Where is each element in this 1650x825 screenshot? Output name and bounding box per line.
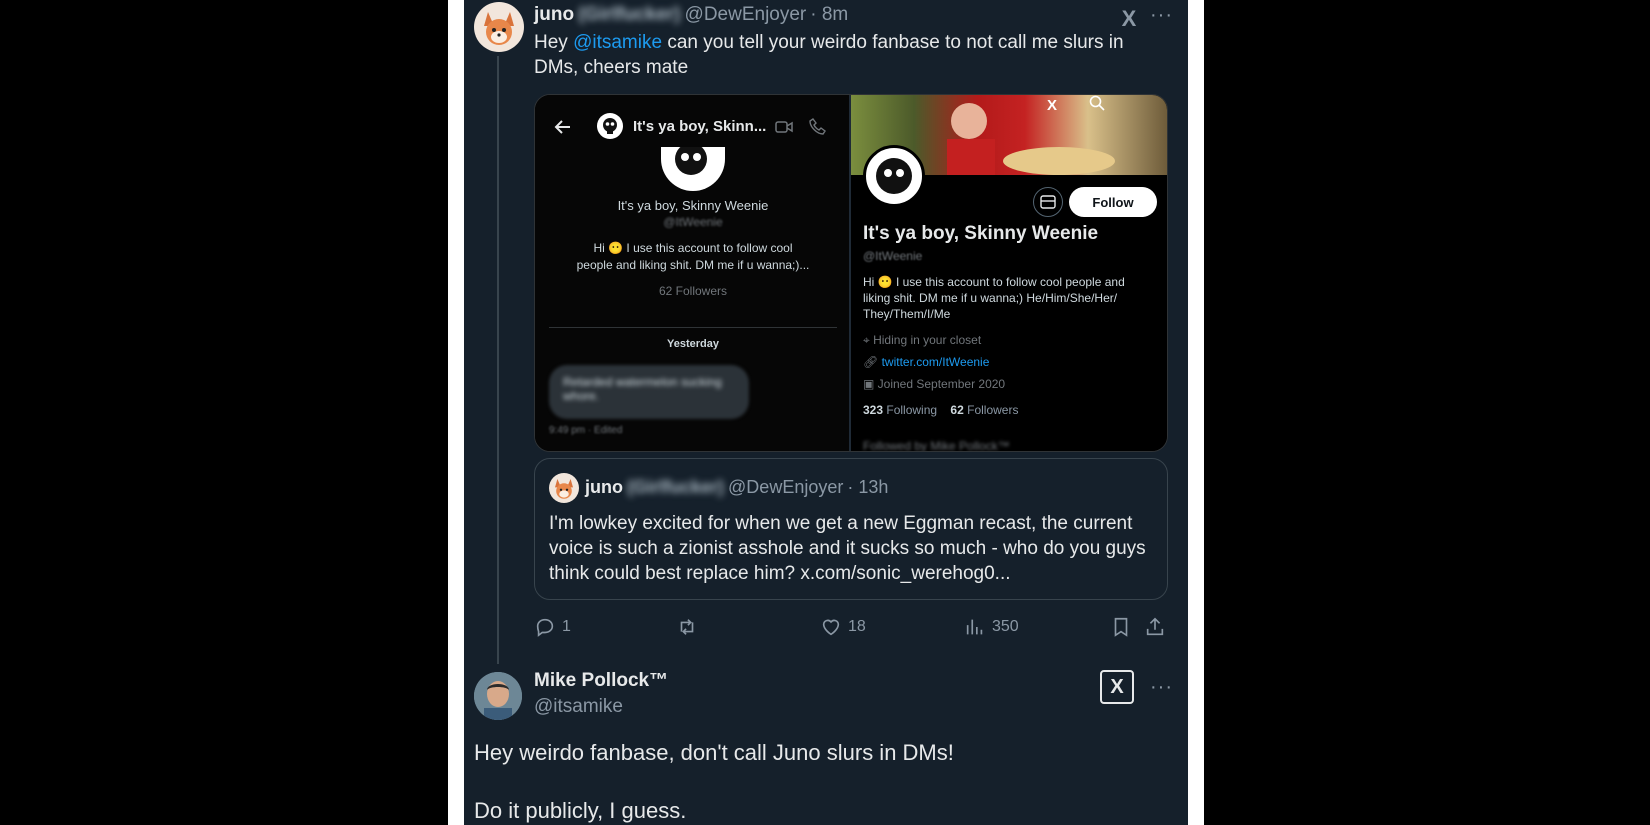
skull-icon bbox=[675, 147, 707, 175]
quote-text: I'm lowkey excited for when we get a new… bbox=[549, 513, 1146, 584]
timeline: juno (Girlfucker) @DewEnjoyer · 8m X ···… bbox=[464, 0, 1188, 825]
fox-avatar-icon bbox=[555, 479, 573, 499]
back-arrow-icon bbox=[554, 120, 570, 134]
retweet-button[interactable] bbox=[676, 616, 704, 638]
tweet-actions: 1 18 350 bbox=[534, 616, 1168, 644]
profile-bio-line1: Hi 😶 I use this account to follow cool p… bbox=[863, 275, 1125, 289]
like-button[interactable]: 18 bbox=[820, 616, 866, 638]
reply-count: 1 bbox=[562, 618, 571, 635]
video-call-icon bbox=[775, 121, 793, 133]
bookmark-icon bbox=[1114, 617, 1128, 637]
reply-button[interactable]: 1 bbox=[534, 616, 571, 638]
profile-location: ⌖ Hiding in your closet bbox=[863, 333, 981, 348]
thread-connector bbox=[497, 56, 499, 664]
share-button[interactable] bbox=[1144, 616, 1166, 638]
x-logo-icon: X bbox=[1047, 97, 1058, 114]
skull-avatar-small bbox=[597, 113, 623, 139]
dm-screenshot[interactable]: It's ya boy, Skinn... It's ya boy, Skinn… bbox=[535, 95, 851, 451]
dm-message-text: Retarded watermelon sucking whore. bbox=[563, 375, 722, 403]
dm-profile-name: It's ya boy, Skinny Weenie bbox=[617, 198, 769, 213]
views-chart-icon bbox=[966, 619, 983, 635]
message-button[interactable] bbox=[1033, 187, 1063, 217]
followed-by: Followed by Mike Pollock™ bbox=[863, 439, 1010, 452]
reply-icon bbox=[536, 618, 554, 637]
profile-bio-line3: They/Them/I/Me bbox=[863, 307, 951, 321]
like-count: 18 bbox=[848, 618, 866, 635]
handle[interactable]: @DewEnjoyer bbox=[685, 4, 807, 26]
link-text[interactable]: twitter.com/ItWeenie bbox=[882, 355, 990, 369]
profile-link[interactable]: 🔗︎ twitter.com/ItWeenie bbox=[863, 355, 989, 369]
juno-avatar[interactable] bbox=[474, 2, 524, 52]
blurred-name: (Girlfucker) bbox=[578, 4, 681, 25]
x-logo-icon: X bbox=[1100, 670, 1134, 704]
more-dots-icon[interactable]: ··· bbox=[1150, 4, 1173, 27]
tweet-header: juno (Girlfucker) @DewEnjoyer · 8m bbox=[534, 4, 848, 26]
more-dots-icon[interactable]: ··· bbox=[1150, 676, 1173, 699]
skull-icon bbox=[876, 158, 912, 194]
profile-joined: ▣ Joined September 2020 bbox=[863, 377, 1005, 391]
tweet-text: Hey @itsamike can you tell your weirdo f… bbox=[534, 30, 1154, 80]
reply-display-name[interactable]: Mike Pollock™ bbox=[534, 670, 668, 692]
divider bbox=[549, 327, 837, 328]
profile-counts: 323 Following 62 Followers bbox=[863, 403, 1018, 417]
link-icon: 🔗︎ bbox=[863, 355, 882, 369]
quote-display-name: juno bbox=[585, 477, 623, 497]
location-text: Hiding in your closet bbox=[873, 333, 982, 347]
phone-icon bbox=[809, 118, 826, 135]
profile-name: It's ya boy, Skinny Weenie bbox=[863, 223, 1099, 244]
quote-header: juno (Girlfucker) @DewEnjoyer · 13h bbox=[585, 477, 888, 498]
mention-link[interactable]: @itsamike bbox=[573, 32, 662, 53]
reply-line-2: Do it publicly, I guess. bbox=[474, 798, 687, 823]
retweet-icon bbox=[680, 619, 694, 635]
mike-avatar[interactable] bbox=[474, 672, 522, 720]
tweet-media[interactable]: It's ya boy, Skinn... It's ya boy, Skinn… bbox=[534, 94, 1168, 452]
quoted-tweet[interactable]: juno (Girlfucker) @DewEnjoyer · 13h I'm … bbox=[534, 458, 1168, 600]
reply-line-1: Hey weirdo fanbase, don't call Juno slur… bbox=[474, 740, 954, 765]
followers-count[interactable]: 62 bbox=[950, 403, 963, 417]
heart-icon bbox=[822, 619, 840, 636]
dm-day-label: Yesterday bbox=[667, 338, 719, 350]
share-icon bbox=[1146, 617, 1164, 636]
followers-label[interactable]: Followers bbox=[967, 403, 1018, 417]
profile-avatar bbox=[863, 145, 925, 207]
dm-message-time: 9:49 pm · Edited bbox=[549, 425, 623, 436]
follow-button[interactable]: Follow bbox=[1069, 187, 1157, 217]
dm-bio-line1: Hi 😶 I use this account to follow cool bbox=[593, 241, 793, 255]
dm-title: It's ya boy, Skinn... bbox=[633, 118, 767, 135]
search-icon bbox=[1089, 95, 1105, 111]
mail-icon bbox=[1040, 195, 1056, 209]
skull-icon bbox=[603, 118, 617, 134]
dm-bio-line2: people and liking shit. DM me if u wanna… bbox=[576, 258, 810, 272]
fox-avatar-icon bbox=[484, 12, 514, 45]
quote-avatar bbox=[549, 473, 579, 503]
reply-handle-row: @itsamike bbox=[534, 696, 623, 718]
location-icon: ⌖ bbox=[863, 333, 874, 347]
profile-bio-line2: liking shit. DM me if u wanna;) He/Him/S… bbox=[863, 291, 1118, 305]
quote-time: · 13h bbox=[847, 477, 889, 497]
following-label[interactable]: Following bbox=[886, 403, 937, 417]
reply-handle[interactable]: @itsamike bbox=[534, 696, 623, 718]
reply-header: Mike Pollock™ bbox=[534, 670, 668, 692]
views-button[interactable]: 350 bbox=[964, 616, 1019, 638]
dm-profile-handle: @ItWeenie bbox=[663, 215, 723, 229]
views-count: 350 bbox=[992, 618, 1019, 635]
profile-screenshot[interactable]: X Follow It's ya boy, Skinny Weenie @ItW… bbox=[851, 95, 1167, 451]
display-name[interactable]: juno bbox=[534, 4, 574, 26]
joined-text: Joined September 2020 bbox=[877, 377, 1006, 391]
timestamp[interactable]: · 8m bbox=[810, 4, 848, 26]
calendar-icon: ▣ bbox=[863, 377, 878, 391]
skull-avatar-large bbox=[661, 147, 725, 191]
tweet-text-start: Hey bbox=[534, 32, 574, 53]
bookmark-button[interactable] bbox=[1110, 616, 1132, 638]
dm-followers: 62 Followers bbox=[658, 284, 728, 298]
quote-handle: @DewEnjoyer bbox=[728, 477, 844, 497]
following-count[interactable]: 323 bbox=[863, 403, 883, 417]
quote-blurred-name: (Girlfucker) bbox=[627, 477, 725, 497]
person-avatar-icon bbox=[474, 672, 522, 720]
profile-handle: @ItWeenie bbox=[863, 249, 923, 263]
